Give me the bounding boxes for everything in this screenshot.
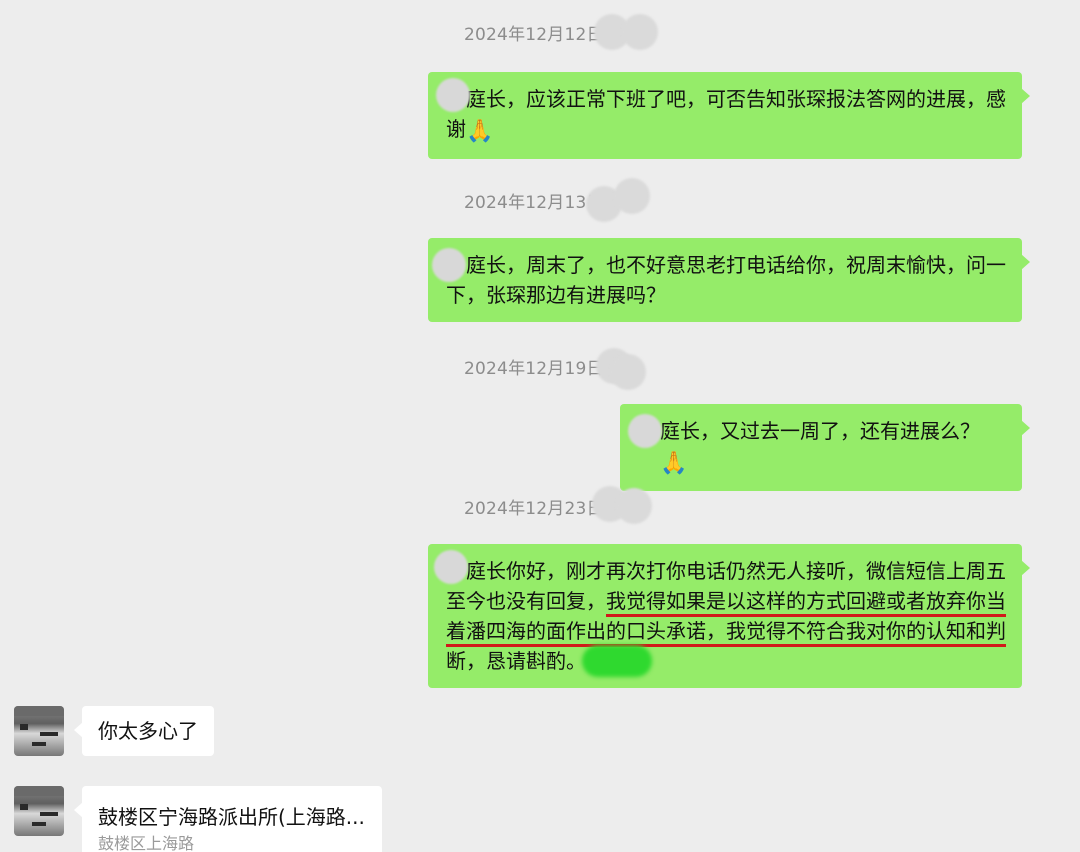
- redaction-blur: [628, 414, 662, 448]
- location-subtitle: 鼓楼区上海路: [98, 834, 195, 852]
- highlighted-text: 着潘四海的面作出的口头承诺，我觉得不符合我对你的认知和判: [446, 619, 1006, 647]
- redaction-blur: [434, 550, 468, 584]
- timestamp: 2024年12月13日: [464, 178, 650, 222]
- redaction-blur: [622, 14, 658, 50]
- message-text: 至今也没有回复，: [446, 589, 606, 613]
- message-bubble[interactable]: 你太多心了: [74, 706, 214, 756]
- redaction-blur: [436, 78, 470, 112]
- avatar[interactable]: [14, 786, 64, 836]
- timestamp: 2024年12月23日: [464, 486, 652, 524]
- timestamp: 2024年12月12日: [464, 14, 658, 50]
- message-text: 下，张琛那边有进展吗？: [446, 283, 666, 307]
- redaction-blur: [432, 248, 466, 282]
- clap-hands-emoji-icon: 🙏: [466, 119, 494, 144]
- redaction-blur: [610, 354, 646, 390]
- timestamp: 2024年12月19日: [464, 348, 646, 390]
- message-text: 庭长，又过去一周了，还有进展么？: [660, 419, 980, 443]
- message-bubble[interactable]: 庭长，又过去一周了，还有进展么？ 🙏: [620, 404, 1030, 491]
- highlighted-text: 我觉得如果是以这样的方式回避或者放弃你当: [606, 589, 1006, 617]
- avatar[interactable]: [14, 706, 64, 756]
- message-bubble[interactable]: 庭长，周末了，也不好意思老打电话给你，祝周末愉快，问一 下，张琛那边有进展吗？: [428, 238, 1030, 322]
- redaction-blur: [582, 645, 652, 677]
- redaction-blur: [616, 488, 652, 524]
- message-bubble[interactable]: 庭长你好，刚才再次打你电话仍然无人接听，微信短信上周五 至今也没有回复，我觉得如…: [428, 544, 1030, 688]
- redaction-blur: [614, 178, 650, 214]
- message-text: 你太多心了: [98, 719, 198, 743]
- message-bubble[interactable]: 庭长，应该正常下班了吧，可否告知张琛报法答网的进展，感 谢🙏: [428, 72, 1030, 159]
- clap-hands-emoji-icon: 🙏: [660, 451, 688, 476]
- message-text: 庭长你好，刚才再次打你电话仍然无人接听，微信短信上周五: [466, 559, 1006, 583]
- location-title: 鼓楼区宁海路派出所(上海路...: [98, 805, 365, 829]
- location-card[interactable]: 鼓楼区宁海路派出所(上海路... 鼓楼区上海路: [74, 786, 382, 852]
- message-text: 断，恳请斟酌。: [446, 649, 586, 673]
- message-text: 庭长，周末了，也不好意思老打电话给你，祝周末愉快，问一: [466, 253, 1006, 277]
- message-text: 庭长，应该正常下班了吧，可否告知张琛报法答网的进展，感: [466, 87, 1006, 111]
- message-text: 谢: [446, 117, 466, 141]
